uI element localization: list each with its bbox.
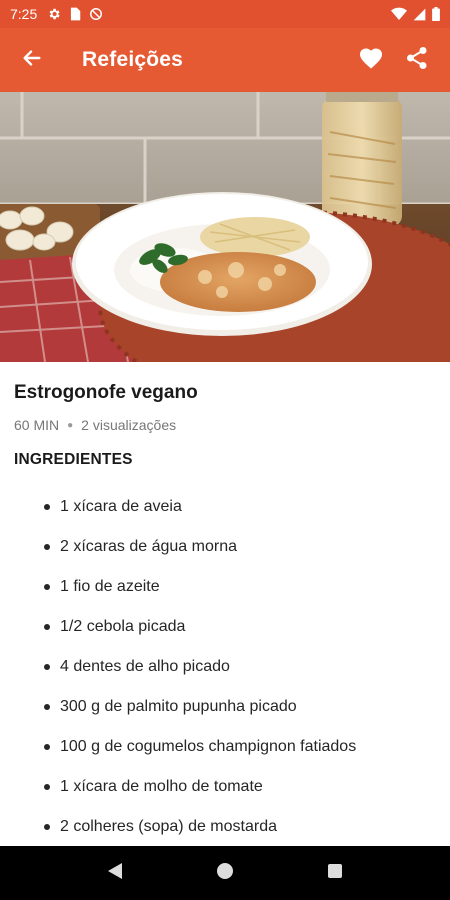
status-bar: 7:25 — [0, 0, 450, 28]
bullet-icon — [44, 824, 50, 830]
bullet-icon — [44, 744, 50, 750]
app-bar: Refeições — [0, 28, 450, 92]
arrow-back-icon — [21, 47, 43, 74]
ingredient-text: 2 xícaras de água morna — [60, 538, 237, 555]
ingredient-text: 2 colheres (sopa) de mostarda — [60, 818, 277, 835]
ingredients-heading: INGREDIENTES — [14, 451, 133, 468]
meta-separator: ● — [67, 419, 74, 431]
ingredient-item: 1 fio de azeite — [0, 567, 450, 607]
wifi-icon — [391, 7, 407, 21]
status-time: 7:25 — [10, 6, 38, 22]
nav-recents-button[interactable] — [311, 849, 359, 897]
ingredient-text: 1 xícara de aveia — [60, 498, 182, 515]
bullet-icon — [44, 544, 50, 550]
page-title: Refeições — [82, 48, 184, 71]
ingredient-item: 1 xícara de aveia — [0, 487, 450, 527]
ingredient-text: 1 xícara de molho de tomate — [60, 778, 263, 795]
ingredient-item: 2 colheres (sopa) de mostarda — [0, 807, 450, 846]
signal-icon — [413, 8, 426, 21]
ingredient-text: 100 g de cogumelos champignon fatiados — [60, 738, 357, 755]
app-bar-actions — [348, 28, 450, 92]
nav-home-button[interactable] — [201, 849, 249, 897]
system-nav-bar — [0, 846, 450, 900]
ingredient-text: 1 fio de azeite — [60, 578, 160, 595]
back-button[interactable] — [0, 28, 64, 92]
no-disturb-icon — [89, 7, 103, 21]
bullet-icon — [44, 784, 50, 790]
sim-card-icon — [69, 7, 81, 21]
back-triangle-icon — [107, 862, 123, 885]
ingredient-item: 2 xícaras de água morna — [0, 527, 450, 567]
bullet-icon — [44, 704, 50, 710]
ingredient-item: 1 xícara de molho de tomate — [0, 767, 450, 807]
bullet-icon — [44, 664, 50, 670]
recipe-photo — [0, 92, 450, 362]
ingredient-item: 300 g de palmito pupunha picado — [0, 687, 450, 727]
ingredient-item: 4 dentes de alho picado — [0, 647, 450, 687]
recipe-meta: 60 MIN ● 2 visualizações — [14, 417, 176, 433]
status-system-icons — [391, 7, 440, 21]
heart-icon — [359, 47, 383, 74]
bullet-icon — [44, 504, 50, 510]
status-notification-icons — [47, 7, 103, 21]
home-circle-icon — [216, 862, 234, 885]
share-button[interactable] — [394, 28, 440, 92]
battery-icon — [432, 7, 440, 21]
bullet-icon — [44, 624, 50, 630]
ingredient-item: 1/2 cebola picada — [0, 607, 450, 647]
ingredient-item: 100 g de cogumelos champignon fatiados — [0, 727, 450, 767]
share-icon — [406, 46, 428, 75]
recents-square-icon — [327, 863, 343, 884]
ingredient-text: 1/2 cebola picada — [60, 618, 186, 635]
ingredient-text: 4 dentes de alho picado — [60, 658, 230, 675]
recipe-views: 2 visualizações — [81, 417, 177, 433]
favorite-button[interactable] — [348, 28, 394, 92]
gear-icon — [47, 7, 61, 21]
ingredients-list: 1 xícara de aveia 2 xícaras de água morn… — [0, 487, 450, 846]
ingredient-text: 300 g de palmito pupunha picado — [60, 698, 297, 715]
recipe-time: 60 MIN — [14, 417, 60, 433]
nav-back-button[interactable] — [91, 849, 139, 897]
recipe-content: Estrogonofe vegano 60 MIN ● 2 visualizaç… — [0, 362, 450, 846]
recipe-title: Estrogonofe vegano — [14, 382, 198, 403]
bullet-icon — [44, 584, 50, 590]
